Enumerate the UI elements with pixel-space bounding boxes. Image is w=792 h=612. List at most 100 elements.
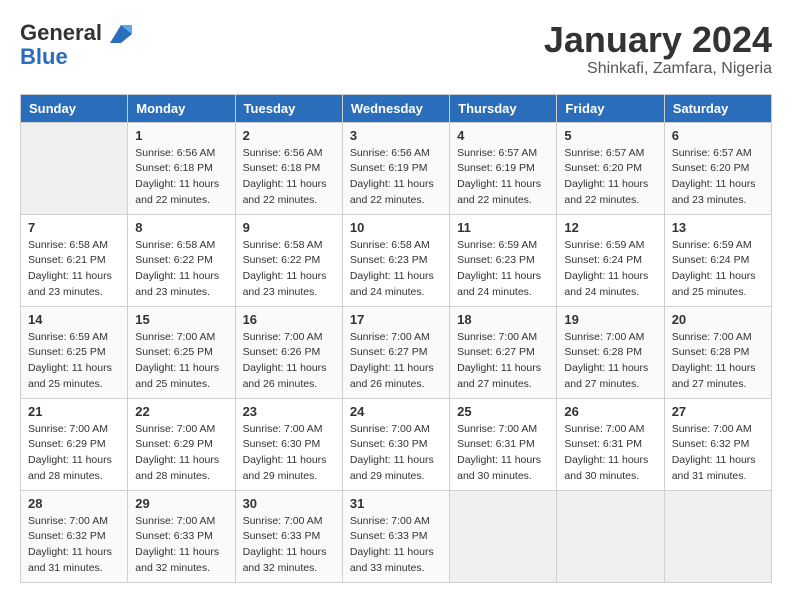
day-info: Sunrise: 7:00 AM Sunset: 6:27 PM Dayligh… <box>350 330 442 393</box>
day-number: 24 <box>350 404 442 419</box>
month-year: January 2024 <box>544 20 772 60</box>
col-header-monday: Monday <box>128 94 235 122</box>
day-number: 4 <box>457 128 549 143</box>
calendar-cell: 22 Sunrise: 7:00 AM Sunset: 6:29 PM Dayli… <box>128 398 235 490</box>
day-number: 10 <box>350 220 442 235</box>
day-info: Sunrise: 7:00 AM Sunset: 6:27 PM Dayligh… <box>457 330 549 393</box>
day-number: 1 <box>135 128 227 143</box>
day-info: Sunrise: 7:00 AM Sunset: 6:33 PM Dayligh… <box>135 514 227 577</box>
day-number: 29 <box>135 496 227 511</box>
calendar-cell: 24 Sunrise: 7:00 AM Sunset: 6:30 PM Dayli… <box>342 398 449 490</box>
day-number: 3 <box>350 128 442 143</box>
col-header-thursday: Thursday <box>450 94 557 122</box>
logo-text: General <box>20 20 132 46</box>
day-info: Sunrise: 6:58 AM Sunset: 6:23 PM Dayligh… <box>350 238 442 301</box>
day-info: Sunrise: 6:57 AM Sunset: 6:20 PM Dayligh… <box>564 146 656 209</box>
day-info: Sunrise: 6:56 AM Sunset: 6:18 PM Dayligh… <box>135 146 227 209</box>
day-number: 15 <box>135 312 227 327</box>
calendar-cell: 8 Sunrise: 6:58 AM Sunset: 6:22 PM Daylig… <box>128 214 235 306</box>
calendar-cell: 6 Sunrise: 6:57 AM Sunset: 6:20 PM Daylig… <box>664 122 771 214</box>
calendar-cell: 19 Sunrise: 7:00 AM Sunset: 6:28 PM Dayli… <box>557 306 664 398</box>
day-number: 14 <box>28 312 120 327</box>
calendar-cell: 17Sunrise: 7:00 AM Sunset: 6:27 PM Dayli… <box>342 306 449 398</box>
calendar-cell <box>21 122 128 214</box>
week-row-3: 14Sunrise: 6:59 AM Sunset: 6:25 PM Dayli… <box>21 306 772 398</box>
calendar-cell: 20 Sunrise: 7:00 AM Sunset: 6:28 PM Dayli… <box>664 306 771 398</box>
calendar-cell: 23Sunrise: 7:00 AM Sunset: 6:30 PM Dayli… <box>235 398 342 490</box>
day-info: Sunrise: 6:56 AM Sunset: 6:18 PM Dayligh… <box>243 146 335 209</box>
calendar-cell: 4 Sunrise: 6:57 AM Sunset: 6:19 PM Daylig… <box>450 122 557 214</box>
calendar-cell <box>450 490 557 582</box>
calendar-cell: 5 Sunrise: 6:57 AM Sunset: 6:20 PM Daylig… <box>557 122 664 214</box>
day-number: 28 <box>28 496 120 511</box>
day-number: 20 <box>672 312 764 327</box>
calendar-cell: 12 Sunrise: 6:59 AM Sunset: 6:24 PM Dayli… <box>557 214 664 306</box>
day-info: Sunrise: 7:00 AM Sunset: 6:26 PM Dayligh… <box>243 330 335 393</box>
day-info: Sunrise: 7:00 AM Sunset: 6:30 PM Dayligh… <box>243 422 335 485</box>
calendar-cell: 13 Sunrise: 6:59 AM Sunset: 6:24 PM Dayli… <box>664 214 771 306</box>
day-number: 11 <box>457 220 549 235</box>
calendar-cell: 26Sunrise: 7:00 AM Sunset: 6:31 PM Dayli… <box>557 398 664 490</box>
header-row: SundayMondayTuesdayWednesdayThursdayFrid… <box>21 94 772 122</box>
day-info: Sunrise: 7:00 AM Sunset: 6:28 PM Dayligh… <box>672 330 764 393</box>
day-info: Sunrise: 6:56 AM Sunset: 6:19 PM Dayligh… <box>350 146 442 209</box>
day-number: 9 <box>243 220 335 235</box>
week-row-1: 1 Sunrise: 6:56 AM Sunset: 6:18 PM Daylig… <box>21 122 772 214</box>
day-number: 18 <box>457 312 549 327</box>
day-info: Sunrise: 6:58 AM Sunset: 6:22 PM Dayligh… <box>243 238 335 301</box>
day-info: Sunrise: 7:00 AM Sunset: 6:29 PM Dayligh… <box>28 422 120 485</box>
calendar-cell: 2Sunrise: 6:56 AM Sunset: 6:18 PM Daylig… <box>235 122 342 214</box>
day-info: Sunrise: 7:00 AM Sunset: 6:31 PM Dayligh… <box>564 422 656 485</box>
col-header-wednesday: Wednesday <box>342 94 449 122</box>
day-number: 5 <box>564 128 656 143</box>
day-info: Sunrise: 7:00 AM Sunset: 6:29 PM Dayligh… <box>135 422 227 485</box>
calendar-cell: 16 Sunrise: 7:00 AM Sunset: 6:26 PM Dayli… <box>235 306 342 398</box>
day-number: 27 <box>672 404 764 419</box>
day-number: 7 <box>28 220 120 235</box>
calendar-cell: 15 Sunrise: 7:00 AM Sunset: 6:25 PM Dayli… <box>128 306 235 398</box>
week-row-5: 28Sunrise: 7:00 AM Sunset: 6:32 PM Dayli… <box>21 490 772 582</box>
logo: General Blue <box>20 20 132 68</box>
day-info: Sunrise: 6:59 AM Sunset: 6:24 PM Dayligh… <box>672 238 764 301</box>
day-info: Sunrise: 7:00 AM Sunset: 6:33 PM Dayligh… <box>243 514 335 577</box>
day-number: 12 <box>564 220 656 235</box>
day-number: 6 <box>672 128 764 143</box>
day-info: Sunrise: 7:00 AM Sunset: 6:33 PM Dayligh… <box>350 514 442 577</box>
day-number: 19 <box>564 312 656 327</box>
day-info: Sunrise: 6:58 AM Sunset: 6:22 PM Dayligh… <box>135 238 227 301</box>
calendar-cell: 28Sunrise: 7:00 AM Sunset: 6:32 PM Dayli… <box>21 490 128 582</box>
day-info: Sunrise: 7:00 AM Sunset: 6:28 PM Dayligh… <box>564 330 656 393</box>
calendar-cell: 10 Sunrise: 6:58 AM Sunset: 6:23 PM Dayli… <box>342 214 449 306</box>
col-header-sunday: Sunday <box>21 94 128 122</box>
title-block: January 2024 Shinkafi, Zamfara, Nigeria <box>544 20 772 78</box>
col-header-friday: Friday <box>557 94 664 122</box>
day-info: Sunrise: 7:00 AM Sunset: 6:31 PM Dayligh… <box>457 422 549 485</box>
day-info: Sunrise: 6:57 AM Sunset: 6:20 PM Dayligh… <box>672 146 764 209</box>
day-number: 31 <box>350 496 442 511</box>
calendar-cell: 27Sunrise: 7:00 AM Sunset: 6:32 PM Dayli… <box>664 398 771 490</box>
day-info: Sunrise: 6:59 AM Sunset: 6:23 PM Dayligh… <box>457 238 549 301</box>
calendar-cell: 30 Sunrise: 7:00 AM Sunset: 6:33 PM Dayli… <box>235 490 342 582</box>
calendar-table: SundayMondayTuesdayWednesdayThursdayFrid… <box>20 94 772 583</box>
calendar-cell: 11 Sunrise: 6:59 AM Sunset: 6:23 PM Dayli… <box>450 214 557 306</box>
calendar-cell: 1 Sunrise: 6:56 AM Sunset: 6:18 PM Daylig… <box>128 122 235 214</box>
day-info: Sunrise: 6:57 AM Sunset: 6:19 PM Dayligh… <box>457 146 549 209</box>
day-number: 30 <box>243 496 335 511</box>
logo-blue: Blue <box>20 46 68 68</box>
day-number: 8 <box>135 220 227 235</box>
day-info: Sunrise: 7:00 AM Sunset: 6:25 PM Dayligh… <box>135 330 227 393</box>
day-info: Sunrise: 6:58 AM Sunset: 6:21 PM Dayligh… <box>28 238 120 301</box>
day-number: 22 <box>135 404 227 419</box>
day-number: 16 <box>243 312 335 327</box>
page-header: General Blue January 2024 Shinkafi, Zamf… <box>20 20 772 78</box>
calendar-cell: 21Sunrise: 7:00 AM Sunset: 6:29 PM Dayli… <box>21 398 128 490</box>
day-info: Sunrise: 7:00 AM Sunset: 6:30 PM Dayligh… <box>350 422 442 485</box>
calendar-cell: 9 Sunrise: 6:58 AM Sunset: 6:22 PM Daylig… <box>235 214 342 306</box>
location: Shinkafi, Zamfara, Nigeria <box>544 60 772 78</box>
day-number: 13 <box>672 220 764 235</box>
calendar-cell <box>664 490 771 582</box>
day-info: Sunrise: 6:59 AM Sunset: 6:24 PM Dayligh… <box>564 238 656 301</box>
calendar-cell: 29 Sunrise: 7:00 AM Sunset: 6:33 PM Dayli… <box>128 490 235 582</box>
col-header-saturday: Saturday <box>664 94 771 122</box>
logo-icon <box>110 25 132 43</box>
